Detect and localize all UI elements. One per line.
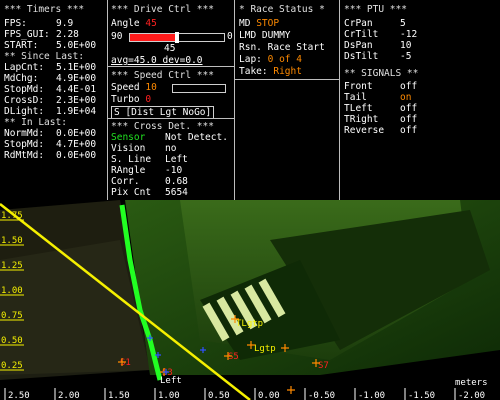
angle-row: Angle 45 bbox=[111, 18, 157, 29]
drive-panel: *** Drive Ctrl *** Angle 45 90 0 45 avg=… bbox=[108, 0, 234, 200]
divider bbox=[108, 118, 234, 119]
x-tick-label: 0.00 bbox=[258, 391, 280, 400]
cross-header: *** Cross Det. *** bbox=[111, 121, 214, 132]
ptu-row: DsPan 10 bbox=[344, 40, 412, 51]
timers-panel: *** Timers *** FPS: 9.9 FPS_GUI: 2.28 STAR… bbox=[0, 0, 108, 200]
since-row: DLight: 1.9E+04 bbox=[4, 106, 97, 117]
angle-slider-thumb[interactable] bbox=[175, 32, 179, 43]
marker-s5: S5 bbox=[228, 352, 239, 362]
signal-row-front: Front off bbox=[344, 81, 418, 92]
divider bbox=[235, 79, 339, 80]
x-tick-label: 1.00 bbox=[158, 391, 180, 400]
x-tick-label: -1.50 bbox=[408, 391, 435, 400]
since-row: LapCnt: 5.1E+00 bbox=[4, 62, 97, 73]
y-tick-label: 1.50 bbox=[1, 236, 23, 246]
ptu-row: DsTilt -5 bbox=[344, 51, 412, 62]
signal-row-tright: TRight off bbox=[344, 114, 418, 125]
y-tick-label: 1.25 bbox=[1, 261, 23, 271]
race-panel: * Race Status * MD STOP LMD DUMMY Rsn. R… bbox=[235, 0, 339, 200]
drive-header: *** Drive Ctrl *** bbox=[111, 4, 214, 15]
race-md-row: MD STOP bbox=[239, 18, 280, 29]
slider-max-label: 0 bbox=[227, 31, 233, 42]
race-rsn-row: Rsn. Race Start bbox=[239, 42, 325, 53]
x-tick-label: 2.50 bbox=[8, 391, 30, 400]
timer-row-fps: FPS: 9.9 bbox=[4, 18, 74, 29]
ptu-list: CrPan 5 CrTilt -12 DsPan 10 DsTilt -5 bbox=[344, 18, 444, 62]
x-tick-label: 0.50 bbox=[208, 391, 230, 400]
since-row: CrossD: 2.3E+00 bbox=[4, 95, 97, 106]
y-tick-label: 1.00 bbox=[1, 286, 23, 296]
since-row: StopMd: 4.4E-01 bbox=[4, 84, 97, 95]
x-tick-label: 2.00 bbox=[58, 391, 80, 400]
inlast-row: StopMd: 4.7E+00 bbox=[4, 139, 97, 150]
cross-row-sensor: Sensor Not Detect. bbox=[111, 132, 228, 143]
x-tick-label: -0.50 bbox=[308, 391, 335, 400]
timers-list: FPS: 9.9 FPS_GUI: 2.28 START: 5.0E+00 ** Si… bbox=[4, 18, 108, 161]
signal-row-tail: Tail on bbox=[344, 92, 412, 103]
cross-row-vision: Vision no bbox=[111, 143, 177, 154]
y-tick-label: 0.25 bbox=[1, 361, 23, 371]
marker-left: Left bbox=[160, 376, 182, 386]
y-tick-label: 0.50 bbox=[1, 336, 23, 346]
angle-slider-fill bbox=[130, 34, 177, 41]
marker-tlgtp: TLgtp bbox=[236, 319, 263, 329]
avg-dev-text: avg=45.0 dev=0.0 bbox=[111, 55, 203, 66]
inlast-row: RdMtMd: 0.0E+00 bbox=[4, 150, 97, 161]
timers-header: *** Timers *** bbox=[4, 4, 85, 15]
slider-value-label: 45 bbox=[164, 43, 176, 54]
y-tick-label: 1.75 bbox=[1, 211, 23, 221]
signals-list: Front off Tail on TLeft off TRight off Rever… bbox=[344, 81, 454, 136]
ptu-row: CrPan 5 bbox=[344, 18, 406, 29]
divider bbox=[108, 66, 234, 67]
since-row: MdChg: 4.9E+00 bbox=[4, 73, 97, 84]
race-lmd-row: LMD DUMMY bbox=[239, 30, 291, 41]
signals-header: ** SIGNALS ** bbox=[344, 68, 419, 79]
signal-row-reverse: Reverse off bbox=[344, 125, 418, 136]
speed-header: *** Speed Ctrl *** bbox=[111, 70, 214, 81]
y-tick-label: 0.75 bbox=[1, 311, 23, 321]
units-label: meters bbox=[455, 378, 488, 388]
race-header: * Race Status * bbox=[239, 4, 325, 15]
speed-bar[interactable] bbox=[172, 84, 226, 93]
ptu-header: *** PTU *** bbox=[344, 4, 407, 15]
inlast-row: NormMd: 0.0E+00 bbox=[4, 128, 97, 139]
x-tick-label: -2.00 bbox=[458, 391, 485, 400]
signal-row-tleft: TLeft off bbox=[344, 103, 418, 114]
ptu-row: CrTilt -12 bbox=[344, 29, 418, 40]
camera-view[interactable]: 1.75 1.50 1.25 1.00 0.75 0.50 0.25 2.50 2.00 1.5… bbox=[0, 200, 500, 400]
slider-min-label: 90 bbox=[111, 31, 123, 42]
turbo-row: Turbo 0 bbox=[111, 94, 152, 105]
timer-row-start: START: 5.0E+00 bbox=[4, 40, 97, 51]
x-tick-label: -1.00 bbox=[358, 391, 385, 400]
x-tick-label: 1.50 bbox=[108, 391, 130, 400]
speed-row: Speed 10 bbox=[111, 82, 157, 93]
angle-slider[interactable] bbox=[129, 32, 225, 43]
timer-row-fpsgui: FPS_GUI: 2.28 bbox=[4, 29, 79, 40]
since-header: ** Since Last: bbox=[4, 51, 85, 62]
marker-lgtp: Lgtp bbox=[254, 344, 276, 354]
cross-list: Sensor Not Detect. Vision no S. Line Left R… bbox=[111, 132, 233, 198]
ptu-panel: *** PTU *** CrPan 5 CrTilt -12 DsPan 10 DsT… bbox=[340, 0, 500, 200]
cross-row-sline: S. Line Left bbox=[111, 154, 188, 165]
cross-row-rangle: RAngle -10 bbox=[111, 165, 183, 176]
telemetry-screen: { "timers": { "header": "*** Timers ***"… bbox=[0, 0, 500, 400]
cross-row-pixcnt: Pix Cnt 5654 bbox=[111, 187, 188, 198]
cross-row-corr: Corr. 0.68 bbox=[111, 176, 188, 187]
race-lap-row: Lap: 0 of 4 bbox=[239, 54, 302, 65]
race-take-row: Take: Right bbox=[239, 66, 302, 77]
inlast-header: ** In Last: bbox=[4, 117, 67, 128]
